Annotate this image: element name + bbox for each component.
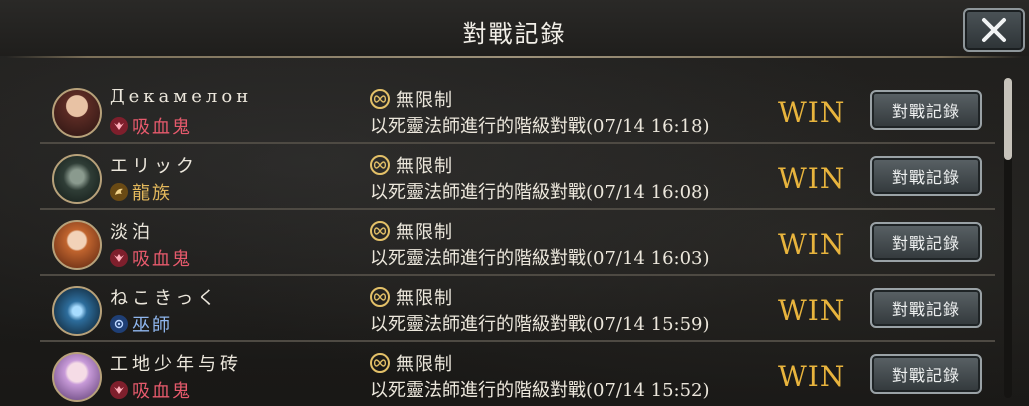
battle-record-button[interactable]: 對戰記錄	[870, 288, 982, 328]
class-label: 巫師	[132, 315, 172, 336]
mode-label: 無限制	[396, 354, 453, 375]
player-name: ねこきっく	[110, 288, 220, 309]
class-badge: 吸血鬼	[110, 113, 192, 139]
class-label: 吸血鬼	[132, 117, 192, 138]
dragon-icon	[110, 183, 128, 201]
avatar	[52, 88, 102, 138]
mode: 無限制	[370, 86, 453, 112]
player-name: Декамелон	[110, 86, 253, 107]
avatar	[52, 352, 102, 402]
class-label: 吸血鬼	[132, 381, 192, 402]
class-badge: 巫師	[110, 311, 172, 337]
vampire-icon	[110, 117, 128, 135]
page-title: 對戰記錄	[462, 20, 567, 48]
infinity-icon	[370, 287, 390, 307]
battle-record-button[interactable]: 對戰記錄	[870, 354, 982, 394]
vampire-icon	[110, 249, 128, 267]
close-button[interactable]	[963, 8, 1025, 52]
class-label: 吸血鬼	[132, 249, 192, 270]
match-description: 以死靈法師進行的階級對戰(07/14 16:08)	[370, 182, 710, 203]
match-result: WIN	[778, 96, 846, 129]
class-label: 龍族	[132, 183, 172, 204]
header-divider	[6, 56, 1023, 58]
list-item: 淡泊 吸血鬼 無限制 以死靈法師進行的階級對戰(07/14 16:03) WIN…	[40, 212, 995, 276]
match-description: 以死靈法師進行的階級對戰(07/14 15:59)	[370, 314, 710, 335]
mode: 無限制	[370, 284, 453, 310]
match-description: 以死靈法師進行的階級對戰(07/14 16:03)	[370, 248, 710, 269]
match-description: 以死靈法師進行的階級對戰(07/14 15:52)	[370, 380, 710, 401]
avatar	[52, 286, 102, 336]
battle-record-button[interactable]: 對戰記錄	[870, 156, 982, 196]
match-result: WIN	[778, 228, 846, 261]
infinity-icon	[370, 155, 390, 175]
mode: 無限制	[370, 218, 453, 244]
match-result: WIN	[778, 294, 846, 327]
player-name: 工地少年与砖	[110, 354, 242, 375]
class-badge: 龍族	[110, 179, 172, 205]
mage-icon	[110, 315, 128, 333]
mode: 無限制	[370, 152, 453, 178]
mode-label: 無限制	[396, 90, 453, 111]
vampire-icon	[110, 381, 128, 399]
mode-label: 無限制	[396, 288, 453, 309]
match-description: 以死靈法師進行的階級對戰(07/14 16:18)	[370, 116, 710, 137]
mode-label: 無限制	[396, 156, 453, 177]
scrollbar-thumb[interactable]	[1004, 78, 1012, 160]
header-bar: 對戰記錄	[0, 0, 1029, 56]
close-icon	[982, 18, 1006, 42]
mode: 無限制	[370, 350, 453, 376]
player-name: エリック	[110, 156, 198, 177]
avatar	[52, 220, 102, 270]
class-badge: 吸血鬼	[110, 377, 192, 403]
infinity-icon	[370, 89, 390, 109]
player-name: 淡泊	[110, 222, 154, 243]
list-item: 工地少年与砖 吸血鬼 無限制 以死靈法師進行的階級對戰(07/14 15:52)…	[40, 344, 995, 406]
battle-record-button[interactable]: 對戰記錄	[870, 222, 982, 262]
match-result: WIN	[778, 162, 846, 195]
infinity-icon	[370, 353, 390, 373]
list-item: Декамелон 吸血鬼 無限制 以死靈法師進行的階級對戰(07/14 16:…	[40, 80, 995, 144]
list-item: エリック 龍族 無限制 以死靈法師進行的階級對戰(07/14 16:08) WI…	[40, 146, 995, 210]
infinity-icon	[370, 221, 390, 241]
avatar	[52, 154, 102, 204]
battle-record-button[interactable]: 對戰記錄	[870, 90, 982, 130]
match-result: WIN	[778, 360, 846, 393]
class-badge: 吸血鬼	[110, 245, 192, 271]
mode-label: 無限制	[396, 222, 453, 243]
list-item: ねこきっく 巫師 無限制 以死靈法師進行的階級對戰(07/14 15:59) W…	[40, 278, 995, 342]
